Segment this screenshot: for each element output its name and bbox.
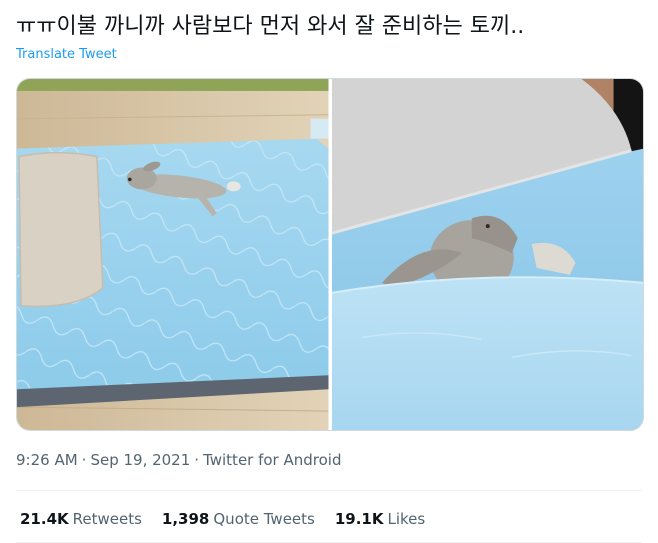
tweet-text: ㅠㅠ이불 까니까 사람보다 먼저 와서 잘 준비하는 토끼.. (16, 14, 525, 39)
rabbit-under-blanket-image (331, 79, 643, 430)
photo-rabbit-on-mattress[interactable] (17, 79, 329, 430)
tweet-date[interactable]: Sep 19, 2021 (90, 450, 190, 470)
tweet-time[interactable]: 9:26 AM (16, 450, 78, 470)
photo-rabbit-under-blanket[interactable] (331, 79, 643, 430)
quote-tweets-label: Quote Tweets (213, 510, 315, 528)
likes-count: 19.1K (334, 510, 384, 528)
separator-dot: · (81, 451, 87, 469)
translate-tweet-link[interactable]: Translate Tweet (16, 46, 117, 64)
retweets-count: 21.4K (20, 510, 69, 528)
quote-tweets-stat[interactable]: 1,398 Quote Tweets (162, 509, 315, 529)
tweet-meta: 9:26 AM · Sep 19, 2021 · Twitter for Android (16, 450, 342, 470)
quote-tweets-count: 1,398 (161, 510, 210, 528)
media-grid (16, 78, 644, 431)
retweets-label: Retweets (72, 510, 142, 528)
separator-dot: · (194, 451, 200, 469)
retweets-stat[interactable]: 21.4K Retweets (20, 509, 142, 529)
divider (16, 490, 642, 491)
tweet-source[interactable]: Twitter for Android (203, 450, 341, 470)
likes-stat[interactable]: 19.1K Likes (335, 509, 425, 529)
rabbit-on-mattress-image (17, 79, 329, 430)
likes-label: Likes (387, 510, 426, 528)
tweet-stats: 21.4K Retweets 1,398 Quote Tweets 19.1K Lik… (20, 509, 425, 529)
